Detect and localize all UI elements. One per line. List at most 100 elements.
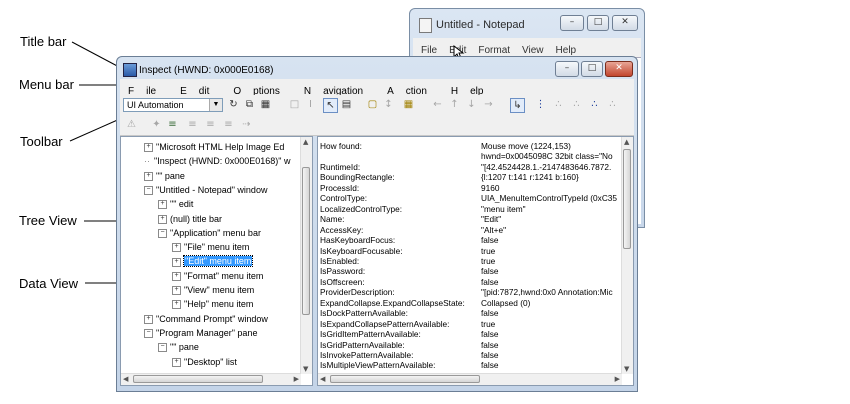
mode-select[interactable]: UI Automation ▼ (123, 98, 223, 112)
property-row[interactable]: IsOffscreen: false (320, 277, 620, 288)
nav-up-icon[interactable]: ↑ (448, 98, 461, 111)
watch-cursor-icon[interactable]: ↖ (323, 98, 338, 113)
property-row[interactable]: IsKeyboardFocusable: true (320, 246, 620, 257)
notepad-menu-view[interactable]: View (522, 45, 544, 56)
refresh-icon[interactable]: ↻ (227, 98, 240, 111)
tree-item[interactable]: − "Application" menu bar (158, 226, 261, 240)
expand-icon[interactable]: + (172, 271, 181, 281)
inspect-window[interactable]: Inspect (HWND: 0x000E0168) – □ ✕ File Edi… (116, 56, 638, 392)
data-horizontal-scrollbar[interactable]: ◀ ▶ (318, 373, 622, 385)
scroll-down-icon[interactable]: ▼ (624, 365, 629, 373)
inspect-close-button[interactable]: ✕ (605, 61, 633, 77)
tree-item[interactable]: + "Command Prompt" window (144, 312, 268, 326)
warning-icon[interactable]: ⚠ (125, 118, 138, 131)
tree-hscroll-thumb[interactable] (133, 375, 263, 383)
property-row[interactable]: BoundingRectangle: {l:1207 t:141 r:1241 b… (320, 172, 620, 183)
action-1-icon[interactable]: ✦ (150, 118, 163, 131)
info-icon[interactable]: ▦ (402, 98, 415, 111)
property-row[interactable]: IsGridPatternAvailable: false (320, 340, 620, 351)
action-6-icon[interactable]: ⇢ (240, 118, 253, 131)
scroll-left-icon[interactable]: ◀ (320, 375, 325, 383)
property-row[interactable]: IsMultipleViewPatternAvailable: false (320, 360, 620, 371)
view-options-icon[interactable]: ∴ (606, 98, 619, 111)
scroll-up-icon[interactable]: ▲ (624, 138, 629, 146)
expand-icon[interactable]: + (158, 214, 167, 224)
expand-icon[interactable]: + (144, 314, 153, 324)
property-row[interactable]: IsGridItemPatternAvailable: false (320, 329, 620, 340)
data-vscroll-thumb[interactable] (623, 149, 631, 249)
collapse-icon[interactable]: − (158, 228, 167, 238)
tooltip-icon[interactable]: ↕ (382, 98, 395, 111)
control-view-icon[interactable]: ∴ (552, 98, 565, 111)
tree-item[interactable]: − "" pane (158, 340, 199, 354)
tree-item[interactable]: ·· "Inspect (HWND: 0x000E0168)" w (144, 154, 290, 168)
data-view[interactable]: How found: Mouse move (1224,153) hwnd=0x00… (317, 136, 634, 386)
scroll-down-icon[interactable]: ▼ (303, 365, 308, 373)
expand-icon[interactable]: + (172, 357, 181, 367)
property-row[interactable]: IsEnabled: true (320, 256, 620, 267)
nav-down-icon[interactable]: ↓ (465, 98, 478, 111)
action-3-icon[interactable]: ≡ (186, 118, 199, 131)
notepad-menu-format[interactable]: Format (478, 45, 510, 56)
notepad-minimize-button[interactable]: – (560, 15, 584, 31)
copy-icon[interactable]: ⧉ (243, 98, 256, 111)
tree-view[interactable]: + "Microsoft HTML Help Image Ed ·· "Inspect… (120, 136, 313, 386)
tree-item[interactable]: + "File" menu item (172, 240, 249, 254)
property-row[interactable]: ControlType: UIA_MenuItemControlTypeId (0… (320, 193, 620, 204)
property-row[interactable]: IsExpandCollapsePatternAvailable: true (320, 319, 620, 330)
property-row[interactable]: HasKeyboardFocus: false (320, 235, 620, 246)
tree-item[interactable]: − "Program Manager" pane (144, 326, 257, 340)
property-row[interactable]: How found: Mouse move (1224,153) (320, 141, 620, 152)
collapse-icon[interactable]: − (144, 329, 153, 339)
inspect-maximize-button[interactable]: □ (581, 61, 603, 77)
property-row[interactable]: hwnd=0x0045098C 32bit class="No (320, 151, 620, 162)
property-row[interactable]: AccessKey: "Alt+e" (320, 225, 620, 236)
tree-item[interactable]: − "Untitled - Notepad" window (144, 183, 267, 197)
expand-icon[interactable]: + (144, 171, 153, 181)
tree-item[interactable]: + (null) title bar (158, 212, 222, 226)
content-view-icon[interactable]: ∴ (570, 98, 583, 111)
data-hscroll-thumb[interactable] (330, 375, 480, 383)
expand-icon[interactable]: + (172, 243, 181, 253)
tree-item[interactable]: + "View" menu item (172, 283, 254, 297)
notepad-maximize-button[interactable]: □ (587, 15, 609, 31)
scroll-right-icon[interactable]: ▶ (615, 375, 620, 383)
expand-icon[interactable]: + (172, 286, 181, 296)
property-row[interactable]: ProcessId: 9160 (320, 183, 620, 194)
property-row[interactable]: IsPassword: false (320, 266, 620, 277)
notepad-close-button[interactable]: ✕ (612, 15, 638, 31)
inspect-minimize-button[interactable]: – (555, 61, 579, 77)
nav-right-icon[interactable]: → (482, 98, 495, 111)
tree-item[interactable]: + "Edit" menu item (172, 254, 254, 268)
action-5-icon[interactable]: ≡ (222, 118, 235, 131)
custom-view-icon[interactable]: ∴ (588, 98, 601, 111)
focus-rect-icon[interactable]: □ (288, 98, 301, 111)
highlight-icon[interactable]: ▤ (340, 98, 353, 111)
property-row[interactable]: RuntimeId: "[42.4524428.1.-2147483646.787… (320, 162, 620, 173)
expand-icon[interactable]: + (144, 143, 153, 153)
collapse-icon[interactable]: − (158, 343, 167, 353)
tree-mode-icon[interactable]: ↳ (510, 98, 525, 113)
tree-item[interactable]: + "Microsoft HTML Help Image Ed (144, 140, 284, 154)
collapse-icon[interactable]: − (144, 186, 153, 196)
tree-item[interactable]: + "" edit (158, 197, 193, 211)
scroll-right-icon[interactable]: ▶ (294, 375, 299, 383)
caret-icon[interactable]: I (304, 98, 317, 111)
property-row[interactable]: IsInvokePatternAvailable: false (320, 350, 620, 361)
notepad-menu-help[interactable]: Help (556, 45, 577, 56)
tree-horizontal-scrollbar[interactable]: ◀ ▶ (121, 373, 301, 385)
property-row[interactable]: IsDockPatternAvailable: false (320, 308, 620, 319)
property-row[interactable]: ExpandCollapse.ExpandCollapseState: Colla… (320, 298, 620, 309)
tree-item[interactable]: + "" pane (144, 169, 185, 183)
tree-item[interactable]: + "Help" menu item (172, 297, 253, 311)
expand-icon[interactable]: + (172, 300, 181, 310)
tree-vscroll-thumb[interactable] (302, 167, 310, 315)
rectangle-icon[interactable]: ▢ (366, 98, 379, 111)
tree-vertical-scrollbar[interactable]: ▲ ▼ (300, 137, 312, 374)
expand-icon[interactable]: + (158, 200, 167, 210)
tree-item[interactable]: + "Desktop" list (172, 355, 237, 369)
action-2-icon[interactable]: ≡ (166, 118, 179, 131)
action-4-icon[interactable]: ≡ (204, 118, 217, 131)
property-row[interactable]: LocalizedControlType: "menu item" (320, 204, 620, 215)
scroll-left-icon[interactable]: ◀ (123, 375, 128, 383)
